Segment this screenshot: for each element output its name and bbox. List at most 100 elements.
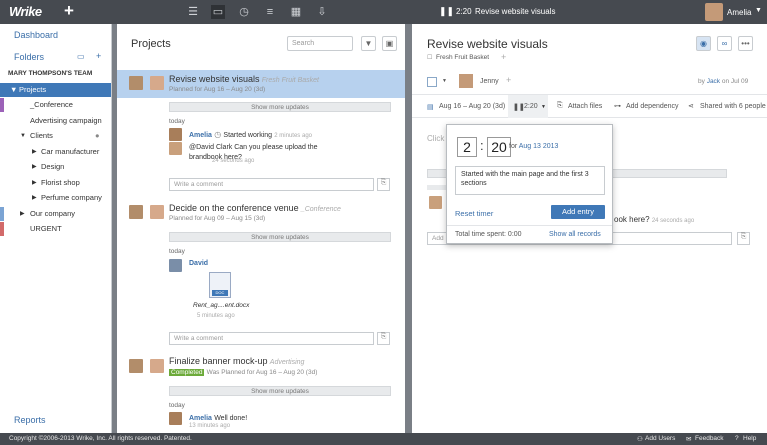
timer-task[interactable]: Revise website visuals bbox=[475, 7, 555, 16]
sidebar-item-advertising[interactable]: Advertising campaign bbox=[0, 114, 111, 128]
toggle-icon[interactable]: ▶ bbox=[32, 145, 37, 159]
comment-time: 24 seconds ago bbox=[651, 218, 695, 224]
task-row[interactable]: Revise website visuals Fresh Fruit Baske… bbox=[117, 70, 405, 98]
feedback-icon[interactable]: ✉ bbox=[686, 435, 691, 443]
status-badge: Completed bbox=[169, 369, 205, 376]
file-name[interactable]: Rent_ag....ent.docx bbox=[193, 302, 249, 309]
add-users-link[interactable]: Add Users bbox=[645, 435, 675, 442]
inbox-icon[interactable]: ⇩ bbox=[315, 5, 329, 19]
date-picker[interactable]: Aug 13 2013 bbox=[519, 143, 559, 150]
activity-user[interactable]: Amelia bbox=[189, 132, 212, 139]
attach-files-button[interactable]: Attach files bbox=[568, 103, 602, 110]
dates-button[interactable]: Aug 16 – Aug 20 (3d) bbox=[439, 103, 505, 110]
task-project[interactable]: _Conference bbox=[301, 206, 341, 213]
description-placeholder[interactable]: Click bbox=[427, 134, 444, 143]
help-icon[interactable]: ? bbox=[735, 435, 739, 442]
minutes-input[interactable]: 20 bbox=[487, 137, 511, 157]
show-more-updates-button[interactable]: Show more updates bbox=[169, 102, 391, 112]
search-input[interactable]: Search bbox=[287, 36, 353, 51]
task-name[interactable]: Revise website visuals bbox=[169, 74, 260, 84]
add-entry-button[interactable]: Add entry bbox=[551, 205, 605, 219]
shared-with-button[interactable]: Shared with 6 people bbox=[700, 103, 766, 110]
byline-user[interactable]: Jack bbox=[707, 78, 720, 85]
toggle-icon[interactable]: ▶ bbox=[20, 207, 25, 221]
task-project[interactable]: Fresh Fruit Basket bbox=[262, 77, 319, 84]
attach-icon[interactable]: ⎘ bbox=[737, 232, 750, 245]
folder-tag[interactable]: Fresh Fruit Basket bbox=[436, 54, 489, 61]
assignee-name[interactable]: Jenny bbox=[480, 78, 499, 85]
task-row[interactable]: Decide on the conference venue _Conferen… bbox=[117, 200, 405, 228]
toggle-icon[interactable]: ▶ bbox=[32, 191, 37, 205]
pause-icon[interactable]: ❚❚ bbox=[513, 103, 525, 111]
user-menu-chevron-icon[interactable]: ▼ bbox=[755, 7, 762, 14]
filter-icon[interactable]: ▼ bbox=[361, 36, 376, 51]
sidebar-item-conference[interactable]: _Conference bbox=[0, 98, 111, 112]
timer-chevron-icon[interactable]: ▼ bbox=[541, 104, 546, 110]
stream-icon[interactable]: ▭ bbox=[211, 5, 225, 19]
pause-icon[interactable]: ❚❚ bbox=[439, 6, 454, 17]
write-comment-input[interactable]: Write a comment bbox=[169, 178, 374, 191]
sidebar-item-perfume-company[interactable]: ▶ Perfume company bbox=[0, 191, 111, 205]
dependency-icon[interactable]: ⊶ bbox=[614, 102, 621, 110]
paperclip-icon[interactable]: ⎘ bbox=[557, 102, 563, 110]
sidebar-item-urgent[interactable]: URGENT bbox=[0, 222, 111, 236]
sidebar-item-projects[interactable]: ▼ Projects bbox=[0, 83, 111, 97]
show-more-updates-button[interactable]: Show more updates bbox=[169, 386, 391, 396]
user-avatar[interactable] bbox=[705, 3, 723, 21]
sidebar-item-florist-shop[interactable]: ▶ Florist shop bbox=[0, 176, 111, 190]
add-folder-button[interactable]: ▣ bbox=[382, 36, 397, 51]
show-more-updates-button[interactable]: Show more updates bbox=[169, 232, 391, 242]
sidebar-item-design[interactable]: ▶ Design bbox=[0, 160, 111, 174]
sidebar-item-car-manufacturer[interactable]: ▶ Car manufacturer bbox=[0, 145, 111, 159]
toggle-icon[interactable]: ▼ bbox=[20, 129, 26, 143]
feedback-link[interactable]: Feedback bbox=[695, 435, 724, 442]
wrike-logo[interactable]: Wrike bbox=[9, 4, 42, 19]
hours-input[interactable]: 2 bbox=[457, 137, 477, 157]
activity-user[interactable]: David bbox=[189, 260, 208, 267]
table-icon[interactable]: ▦ bbox=[289, 5, 303, 19]
document-icon[interactable]: DOC bbox=[209, 272, 231, 298]
attach-icon[interactable]: ⎘ bbox=[377, 332, 390, 345]
dashboard-link[interactable]: Dashboard bbox=[14, 30, 58, 40]
link-icon[interactable]: ∞ bbox=[717, 36, 732, 51]
toggle-icon[interactable]: ▶ bbox=[32, 176, 37, 190]
gantt-icon[interactable]: ≡ bbox=[263, 5, 277, 19]
add-folder-icon[interactable]: + bbox=[96, 51, 101, 61]
task-row[interactable]: Finalize banner mock-up Advertising Comp… bbox=[117, 354, 405, 382]
time-entry-notes[interactable]: Started with the main page and the first… bbox=[455, 166, 605, 195]
add-users-icon[interactable]: ⚇ bbox=[637, 435, 643, 443]
write-comment-input[interactable]: Write a comment bbox=[169, 332, 374, 345]
add-assignee-icon[interactable]: + bbox=[506, 75, 511, 85]
comment-icon[interactable]: ▭ bbox=[77, 52, 85, 61]
reports-link[interactable]: Reports bbox=[14, 415, 46, 425]
show-all-records-link[interactable]: Show all records bbox=[549, 231, 601, 238]
user-name[interactable]: Amelia bbox=[727, 8, 751, 17]
help-link[interactable]: Help bbox=[743, 435, 756, 442]
status-chevron-icon[interactable]: ▼ bbox=[442, 78, 447, 84]
task-title[interactable]: Revise website visuals bbox=[427, 37, 548, 51]
task-name[interactable]: Finalize banner mock-up bbox=[169, 356, 268, 366]
add-dependency-button[interactable]: Add dependency bbox=[626, 103, 679, 110]
sidebar-item-our-company[interactable]: ▶ Our company bbox=[0, 207, 111, 221]
reset-timer-link[interactable]: Reset timer bbox=[455, 209, 493, 218]
comment-fragment: ook here? bbox=[614, 215, 650, 224]
menu-icon[interactable]: ☰ bbox=[186, 5, 200, 19]
calendar-icon[interactable]: ▤ bbox=[427, 103, 434, 111]
more-icon[interactable]: ••• bbox=[738, 36, 753, 51]
history-icon[interactable]: ◷ bbox=[237, 5, 251, 19]
task-status-line: Completed Was Planned for Aug 16 – Aug 2… bbox=[169, 367, 317, 376]
avatar bbox=[150, 205, 164, 219]
toggle-icon[interactable]: ▼ bbox=[10, 83, 17, 97]
task-status-checkbox[interactable] bbox=[427, 77, 437, 87]
rss-icon[interactable]: ◉ bbox=[696, 36, 711, 51]
add-tag-icon[interactable]: + bbox=[501, 52, 506, 62]
attach-icon[interactable]: ⎘ bbox=[377, 178, 390, 191]
comment-user[interactable]: Amelia bbox=[189, 415, 212, 422]
new-item-button[interactable]: + bbox=[64, 1, 74, 21]
sidebar-item-clients[interactable]: ▼ Clients ● bbox=[0, 129, 111, 143]
toggle-icon[interactable]: ▶ bbox=[32, 160, 37, 174]
folders-link[interactable]: Folders bbox=[14, 52, 44, 62]
task-project[interactable]: Advertising bbox=[270, 359, 305, 366]
task-name[interactable]: Decide on the conference venue bbox=[169, 203, 299, 213]
share-icon[interactable]: ⋖ bbox=[688, 102, 694, 110]
